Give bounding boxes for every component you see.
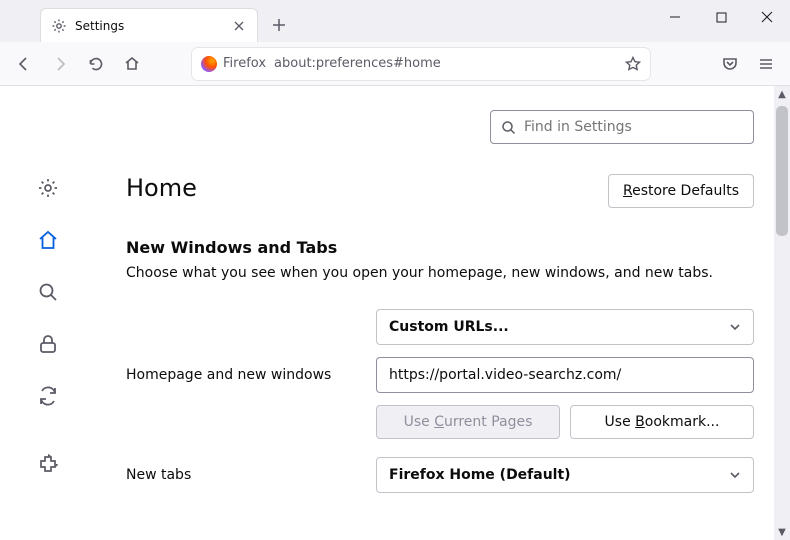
chevron-down-icon xyxy=(729,469,741,481)
sidebar-sync-icon[interactable] xyxy=(36,384,60,408)
window-controls xyxy=(652,0,790,34)
minimize-button[interactable] xyxy=(652,0,698,34)
sidebar-privacy-icon[interactable] xyxy=(36,332,60,356)
section-title: New Windows and Tabs xyxy=(126,238,754,257)
select-label: Custom URLs... xyxy=(389,319,509,335)
toolbar: Firefox about:preferences#home xyxy=(0,42,790,86)
homepage-label: Homepage and new windows xyxy=(126,367,360,383)
newtabs-mode-select[interactable]: Firefox Home (Default) xyxy=(376,457,754,493)
scrollbar-thumb[interactable] xyxy=(776,106,788,236)
firefox-icon xyxy=(201,56,217,72)
titlebar: Settings xyxy=(0,0,790,42)
urlbar-identity: Firefox xyxy=(201,56,274,72)
settings-search-input[interactable] xyxy=(524,119,743,135)
close-window-button[interactable] xyxy=(744,0,790,34)
new-tab-button[interactable] xyxy=(264,10,294,40)
homepage-url-input[interactable] xyxy=(376,357,754,393)
chevron-down-icon xyxy=(729,321,741,333)
bookmark-star-icon[interactable] xyxy=(625,56,641,72)
urlbar-text: about:preferences#home xyxy=(274,56,441,71)
restore-defaults-button[interactable]: Restore Defaults xyxy=(608,174,754,208)
homepage-mode-select[interactable]: Custom URLs... xyxy=(376,309,754,345)
reload-button[interactable] xyxy=(80,48,112,80)
gear-icon xyxy=(51,18,67,34)
maximize-button[interactable] xyxy=(698,0,744,34)
sidebar-home-icon[interactable] xyxy=(36,228,60,252)
urlbar-identity-label: Firefox xyxy=(223,56,266,71)
select-label: Firefox Home (Default) xyxy=(389,467,571,483)
sidebar-search-icon[interactable] xyxy=(36,280,60,304)
scroll-up-arrow[interactable]: ▲ xyxy=(774,86,790,102)
section-description: Choose what you see when you open your h… xyxy=(126,265,754,281)
settings-main: Home Restore Defaults New Windows and Ta… xyxy=(96,86,790,540)
settings-search[interactable] xyxy=(490,110,754,144)
sidebar-general-icon[interactable] xyxy=(36,176,60,200)
page-title: Home xyxy=(126,174,197,202)
tab-title: Settings xyxy=(75,19,223,33)
close-icon[interactable] xyxy=(231,18,247,34)
use-current-pages-button[interactable]: Use Current Pages xyxy=(376,405,560,439)
vertical-scrollbar[interactable]: ▲ ▼ xyxy=(774,86,790,540)
url-bar[interactable]: Firefox about:preferences#home xyxy=(192,48,650,80)
browser-tab[interactable]: Settings xyxy=(40,8,258,42)
app-menu-button[interactable] xyxy=(750,48,782,80)
scroll-down-arrow[interactable]: ▼ xyxy=(774,524,790,540)
search-icon xyxy=(501,120,516,135)
pocket-button[interactable] xyxy=(714,48,746,80)
home-button[interactable] xyxy=(116,48,148,80)
newtabs-label: New tabs xyxy=(126,467,360,483)
settings-sidebar xyxy=(0,86,96,540)
content: Home Restore Defaults New Windows and Ta… xyxy=(0,86,790,540)
use-bookmark-button[interactable]: Use Bookmark... xyxy=(570,405,754,439)
sidebar-extensions-icon[interactable] xyxy=(36,452,60,476)
forward-button xyxy=(44,48,76,80)
back-button[interactable] xyxy=(8,48,40,80)
